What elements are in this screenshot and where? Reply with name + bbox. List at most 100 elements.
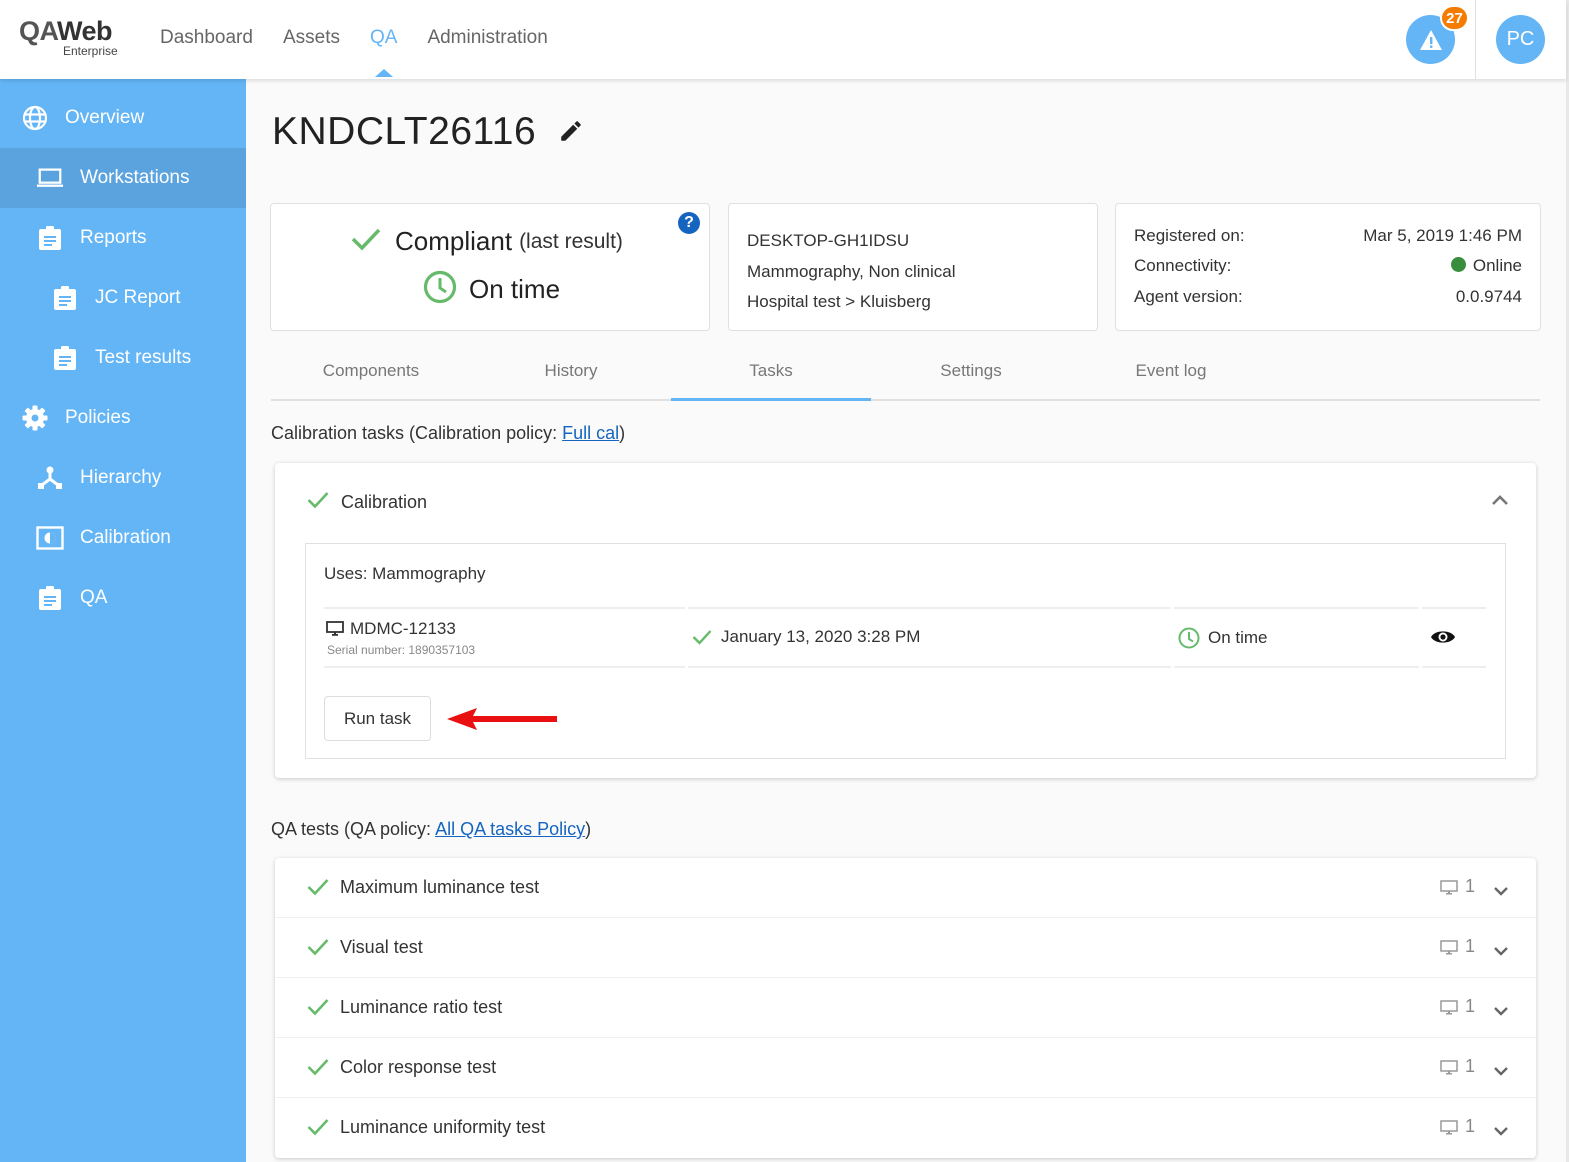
nav-assets[interactable]: Assets (283, 27, 340, 49)
tab-history[interactable]: History (471, 349, 671, 399)
sidebar-label: Calibration (80, 527, 171, 548)
qa-test-row[interactable]: Maximum luminance test 1 (275, 858, 1536, 918)
chevron-down-icon[interactable] (1493, 1064, 1509, 1082)
sidebar-item-calibration[interactable]: Calibration (0, 508, 246, 568)
sidebar-item-hierarchy[interactable]: Hierarchy (0, 448, 246, 508)
agent-version-value: 0.0.9744 (1455, 287, 1522, 306)
check-icon (307, 1058, 329, 1081)
clock-icon (423, 270, 457, 309)
chevron-down-icon[interactable] (1493, 1004, 1509, 1022)
chevron-down-icon[interactable] (1493, 944, 1509, 962)
check-icon (692, 630, 712, 645)
logo-text-web: Web (57, 16, 113, 46)
sidebar-label: Overview (65, 107, 145, 128)
calibration-policy-link[interactable]: Full cal (562, 423, 619, 443)
sidebar-label: QA (80, 587, 108, 608)
help-icon[interactable]: ? (678, 212, 700, 234)
connectivity-value: Online (1472, 256, 1522, 275)
schedule-cell: On time (1174, 607, 1419, 668)
monitor-icon (1440, 1120, 1458, 1141)
qa-tests-list: Maximum luminance test 1 Visual test 1 L… (275, 858, 1536, 1158)
compliance-status: Compliant (395, 226, 513, 256)
calibration-icon (36, 524, 64, 552)
gear-icon (21, 404, 49, 432)
schedule-status: On time (469, 274, 561, 304)
main-nav: Dashboard Assets QA Administration (160, 27, 578, 77)
page-title: KNDCLT26116 (272, 110, 537, 153)
eye-icon[interactable] (1430, 628, 1456, 651)
qa-test-name: Luminance uniformity test (340, 1117, 546, 1137)
hostname: DESKTOP-GH1IDSU (747, 231, 910, 250)
display-count: 1 (1465, 1116, 1476, 1136)
sidebar-item-jc-report[interactable]: JC Report (0, 268, 246, 328)
registered-row: Registered on: Mar 5, 2019 1:46 PM (1134, 226, 1522, 246)
last-run-date: January 13, 2020 3:28 PM (721, 627, 921, 646)
display-count: 1 (1465, 1056, 1476, 1076)
monitor-icon (1440, 1000, 1458, 1021)
display-count: 1 (1465, 996, 1476, 1016)
tab-tasks[interactable]: Tasks (671, 349, 871, 401)
qa-heading-text: QA tests (QA policy: (271, 819, 436, 839)
display-count: 1 (1465, 936, 1476, 956)
serial-number: Serial number: 1890357103 (327, 643, 476, 657)
display-cell: MDMC-12133 Serial number: 1890357103 (324, 607, 685, 668)
qaweb-logo[interactable]: QAWeb Enterprise (19, 16, 118, 58)
qa-policy-link[interactable]: All QA tasks Policy (435, 819, 585, 839)
compliance-status-card: Compliant (last result) On time ? (270, 203, 710, 331)
tab-settings[interactable]: Settings (871, 349, 1071, 399)
qa-test-row[interactable]: Visual test 1 (275, 918, 1536, 978)
qa-test-row[interactable]: Color response test 1 (275, 1038, 1536, 1098)
monitor-icon (326, 621, 344, 636)
nav-administration[interactable]: Administration (427, 27, 547, 49)
check-icon (351, 227, 381, 256)
nav-qa[interactable]: QA (370, 27, 397, 77)
uses-label: Uses: Mammography (324, 564, 486, 583)
calibration-heading-suffix: ) (619, 423, 626, 443)
hierarchy-icon (36, 464, 64, 492)
user-avatar[interactable]: PC (1496, 15, 1545, 64)
monitor-icon (1440, 880, 1458, 901)
qa-test-name: Visual test (340, 937, 423, 957)
check-icon (307, 491, 329, 514)
sidebar-item-reports[interactable]: Reports (0, 208, 246, 268)
check-icon (307, 998, 329, 1021)
edit-pencil-icon[interactable] (558, 118, 584, 149)
check-icon (307, 1118, 329, 1141)
logo-subtitle: Enterprise (63, 44, 118, 58)
qa-test-row[interactable]: Luminance uniformity test 1 (275, 1098, 1536, 1158)
display-name: MDMC-12133 (350, 619, 456, 638)
location: Hospital test > Kluisberg (747, 292, 931, 311)
sidebar-label: Hierarchy (80, 467, 162, 488)
agent-version-row: Agent version: 0.0.9744 (1134, 287, 1522, 307)
sidebar-item-test-results[interactable]: Test results (0, 328, 246, 388)
nav-dashboard[interactable]: Dashboard (160, 27, 253, 49)
globe-icon (21, 104, 49, 132)
warning-icon (1419, 29, 1442, 50)
qa-test-row[interactable]: Luminance ratio test 1 (275, 978, 1536, 1038)
view-cell (1422, 607, 1486, 668)
check-icon (307, 878, 329, 901)
calibration-task-title: Calibration (341, 492, 428, 512)
online-status-dot (1450, 257, 1466, 272)
calibration-section-heading: Calibration tasks (Calibration policy: F… (271, 423, 625, 444)
clipboard-icon (36, 584, 64, 612)
sidebar: Overview Workstations Reports JC Report … (0, 79, 246, 1162)
sidebar-item-overview[interactable]: Overview (0, 88, 246, 148)
monitor-icon (1440, 940, 1458, 961)
sidebar-item-workstations[interactable]: Workstations (0, 148, 246, 208)
tab-components[interactable]: Components (271, 349, 471, 399)
chevron-down-icon[interactable] (1493, 1124, 1509, 1142)
sidebar-item-qa[interactable]: QA (0, 568, 246, 628)
chevron-down-icon[interactable] (1493, 884, 1509, 902)
display-count: 1 (1465, 876, 1476, 896)
calibration-task-header[interactable]: Calibration (307, 491, 427, 514)
tab-event-log[interactable]: Event log (1071, 349, 1271, 399)
sidebar-label: Policies (65, 407, 131, 428)
sidebar-item-policies[interactable]: Policies (0, 388, 246, 448)
agent-version-label: Agent version: (1134, 287, 1243, 306)
header-divider (1475, 0, 1476, 79)
chevron-up-icon[interactable] (1491, 493, 1509, 511)
logo-text-qa: QA (19, 16, 58, 46)
calibration-heading-text: Calibration tasks (Calibration policy: (271, 423, 563, 443)
run-task-button[interactable]: Run task (324, 696, 431, 741)
